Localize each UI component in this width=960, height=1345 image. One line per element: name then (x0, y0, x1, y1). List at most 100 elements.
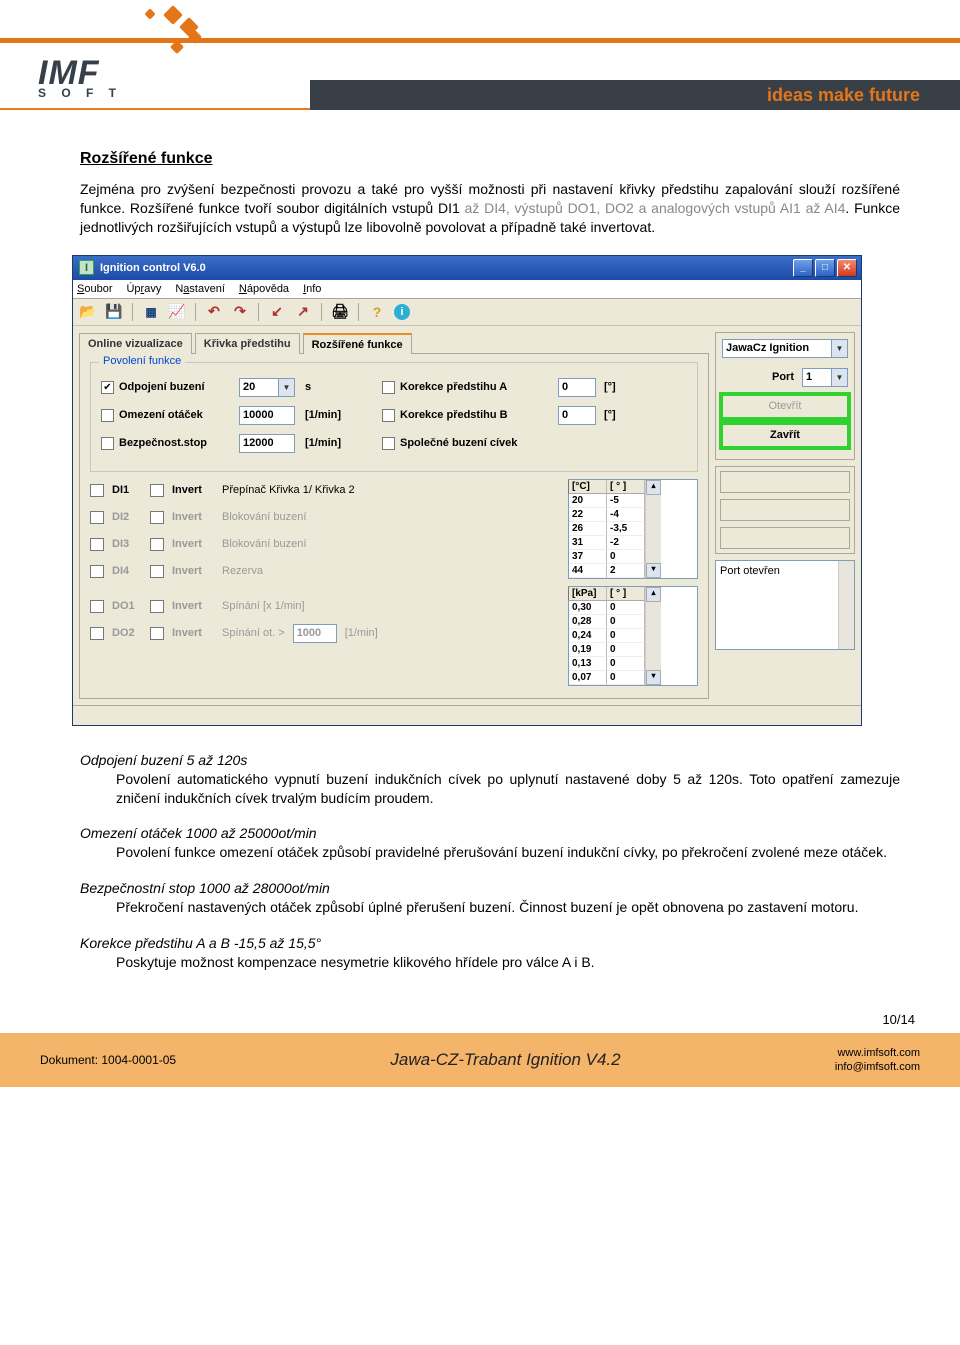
open-button[interactable]: Otevřít (722, 395, 848, 418)
unit-do2: [1/min] (345, 627, 378, 639)
table-cell[interactable]: 44 (569, 564, 607, 578)
table-cell[interactable]: 0,07 (569, 671, 607, 685)
checkbox-di2[interactable] (90, 511, 104, 524)
port-value[interactable]: 1 (802, 368, 832, 387)
checkbox-di3-invert[interactable] (150, 538, 164, 551)
th-deg: [ ° ] (607, 480, 645, 494)
scroll-up-icon[interactable]: ▴ (646, 587, 661, 602)
scrollbar[interactable]: ▴ ▾ (645, 480, 661, 578)
checkbox-do1-invert[interactable] (150, 600, 164, 613)
table-cell[interactable]: 37 (569, 550, 607, 564)
undo-icon[interactable]: ↶ (205, 303, 223, 321)
checkbox-di4-invert[interactable] (150, 565, 164, 578)
grid-icon[interactable]: ▦ (142, 303, 160, 321)
tab-online-visualization[interactable]: Online vizualizace (79, 333, 192, 354)
table-cell[interactable]: 22 (569, 508, 607, 522)
menu-info[interactable]: Info (303, 283, 321, 295)
print-icon[interactable]: 🖨 (331, 303, 349, 321)
scroll-up-icon[interactable]: ▴ (646, 480, 661, 495)
scrollbar[interactable] (838, 561, 854, 649)
status-log[interactable]: Port otevřen (715, 560, 855, 650)
table-cell[interactable]: 31 (569, 536, 607, 550)
label-di3: DI3 (112, 538, 142, 550)
profile-value[interactable]: JawaCz Ignition (722, 339, 832, 358)
checkbox-korekce-b[interactable] (382, 409, 395, 422)
chevron-down-icon[interactable]: ▼ (279, 378, 295, 397)
table-cell[interactable]: 2 (607, 564, 645, 578)
scroll-down-icon[interactable]: ▾ (646, 563, 661, 578)
table-cell[interactable]: -5 (607, 494, 645, 508)
download-icon[interactable]: ↙ (268, 303, 286, 321)
checkbox-spolecne-buzeni[interactable] (382, 437, 395, 450)
input-omezeni-value[interactable]: 10000 (239, 406, 295, 425)
label-di2-invert: Invert (172, 511, 214, 523)
page-footer: Dokument: 1004-0001-05 Jawa-CZ-Trabant I… (0, 1033, 960, 1087)
titlebar[interactable]: I Ignition control V6.0 _ □ ✕ (73, 256, 861, 280)
menu-file[interactable]: Soubor (77, 283, 112, 295)
table-cell[interactable]: 0,28 (569, 615, 607, 629)
table-cell[interactable]: 20 (569, 494, 607, 508)
redo-icon[interactable]: ↷ (231, 303, 249, 321)
help-icon[interactable]: ? (368, 303, 386, 321)
tab-extended-functions[interactable]: Rozšířené funkce (303, 333, 412, 354)
table-cell[interactable]: -4 (607, 508, 645, 522)
table-cell[interactable]: 0,30 (569, 601, 607, 615)
chevron-down-icon[interactable]: ▼ (832, 339, 848, 358)
checkbox-do2-invert[interactable] (150, 627, 164, 640)
tab-advance-curve[interactable]: Křivka předstihu (195, 333, 300, 354)
table-ai1[interactable]: [°C][ ° ] 20-5 22-4 26-3,5 31-2 370 442 (568, 479, 698, 579)
checkbox-di2-invert[interactable] (150, 511, 164, 524)
open-icon[interactable]: 📂 (79, 303, 97, 321)
bottom-scroll-area[interactable] (73, 705, 861, 725)
checkbox-di4[interactable] (90, 565, 104, 578)
sub-3-body: Překročení nastavených otáček způsobí úp… (116, 898, 900, 917)
profile-combo[interactable]: JawaCz Ignition ▼ (722, 339, 848, 358)
table-cell[interactable]: 0 (607, 601, 645, 615)
status-text: Port otevřen (720, 565, 780, 577)
minimize-button[interactable]: _ (793, 259, 813, 277)
checkbox-odpojeni-buzeni[interactable]: ✔ (101, 381, 114, 394)
table-cell[interactable]: 0 (607, 550, 645, 564)
input-bezpecnost-value[interactable]: 12000 (239, 434, 295, 453)
scrollbar[interactable]: ▴ ▾ (645, 587, 661, 685)
close-button[interactable]: ✕ (837, 259, 857, 277)
checkbox-omezeni-otacek[interactable] (101, 409, 114, 422)
table-cell[interactable]: 26 (569, 522, 607, 536)
input-do2-value[interactable]: 1000 (293, 624, 337, 643)
th-temp: [°C] (569, 480, 607, 494)
table-cell[interactable]: -3,5 (607, 522, 645, 536)
checkbox-do2[interactable] (90, 627, 104, 640)
checkbox-bezpecnost-stop[interactable] (101, 437, 114, 450)
input-korekce-b[interactable]: 0 (558, 406, 596, 425)
chevron-down-icon[interactable]: ▼ (832, 368, 848, 387)
separator-icon (195, 303, 196, 321)
scroll-down-icon[interactable]: ▾ (646, 670, 661, 685)
table-cell[interactable]: 0,13 (569, 657, 607, 671)
input-odpojeni-value[interactable]: 20 (239, 378, 279, 397)
menu-help[interactable]: Nápověda (239, 283, 289, 295)
checkbox-di1[interactable] (90, 484, 104, 497)
maximize-button[interactable]: □ (815, 259, 835, 277)
table-cell[interactable]: 0 (607, 615, 645, 629)
close-port-button[interactable]: Zavřít (722, 424, 848, 447)
table-cell[interactable]: 0,24 (569, 629, 607, 643)
table-cell[interactable]: -2 (607, 536, 645, 550)
table-ai2[interactable]: [kPa][ ° ] 0,300 0,280 0,240 0,190 0,130… (568, 586, 698, 686)
table-cell[interactable]: 0 (607, 657, 645, 671)
checkbox-di1-invert[interactable] (150, 484, 164, 497)
table-cell[interactable]: 0,19 (569, 643, 607, 657)
checkbox-di3[interactable] (90, 538, 104, 551)
info-icon[interactable]: i (394, 304, 410, 320)
chart-icon[interactable]: 📈 (168, 303, 186, 321)
upload-icon[interactable]: ↗ (294, 303, 312, 321)
table-cell[interactable]: 0 (607, 643, 645, 657)
table-cell[interactable]: 0 (607, 629, 645, 643)
tabstrip: Online vizualizace Křivka předstihu Rozš… (79, 332, 709, 353)
checkbox-do1[interactable] (90, 600, 104, 613)
table-cell[interactable]: 0 (607, 671, 645, 685)
save-icon[interactable]: 💾 (105, 303, 123, 321)
menu-edit[interactable]: Úpravy (126, 283, 161, 295)
menu-settings[interactable]: Nastavení (175, 283, 225, 295)
input-korekce-a[interactable]: 0 (558, 378, 596, 397)
checkbox-korekce-a[interactable] (382, 381, 395, 394)
